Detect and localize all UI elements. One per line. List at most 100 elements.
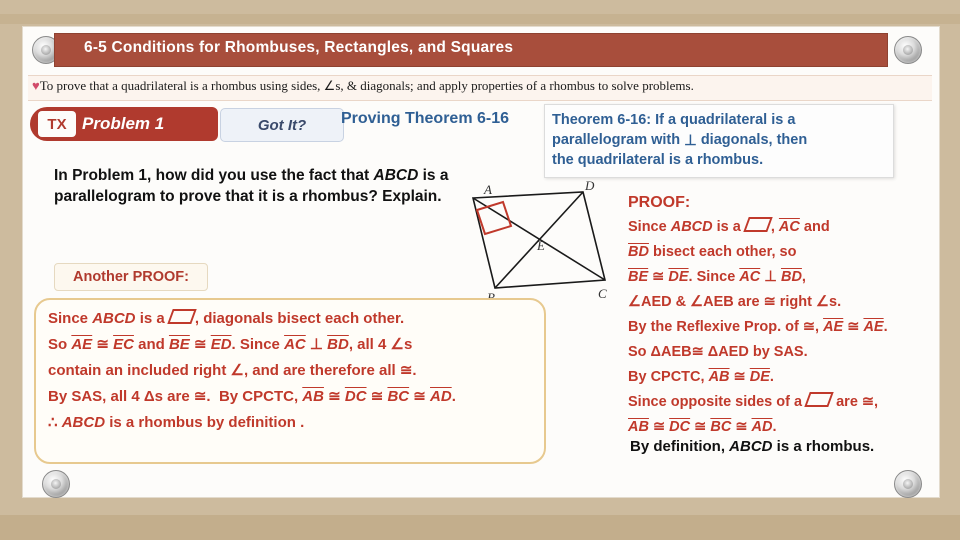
lp4i: AD — [430, 388, 452, 405]
decorative-bolt-bottom-right — [894, 470, 922, 498]
theorem-line-4: the quadrilateral is a rhombus. — [552, 152, 764, 168]
lp1a: Since — [48, 310, 93, 327]
lp4g: BC — [387, 388, 410, 405]
rp5e: . — [883, 319, 888, 335]
lp4a: By SAS, all 4 Δs are ≅. — [48, 388, 211, 405]
right-proof-header: PROOF: — [628, 194, 691, 211]
rp1e: AC — [778, 219, 800, 235]
rp7b: AB — [708, 369, 730, 385]
right-proof-line-5: By the Reflexive Prop. of ≅, AE ≅ AE. — [628, 315, 928, 340]
theorem-line-3: diagonals, then — [700, 132, 808, 148]
rp5a: By the Reflexive Prop. of ≅, — [628, 319, 824, 335]
theorem-line-2: parallelogram with — [552, 132, 681, 148]
another-proof-label: Another PROOF: — [54, 263, 208, 291]
lp2d: EC — [113, 336, 134, 353]
figure-label-d: D — [584, 180, 595, 193]
rp2a: BD — [628, 244, 649, 260]
final-conclusion: By definition, ABCD is a rhombus. — [630, 438, 930, 455]
rp3a: BE — [628, 269, 649, 285]
left-proof-line-2: So AE ≅ EC and BE ≅ ED. Since AC ⊥ BD, a… — [48, 332, 538, 358]
lp2i: . Since — [231, 336, 285, 353]
parallelogram-icon-3 — [804, 392, 834, 407]
problem-badge-row: Problem 1 TX Got It? — [30, 107, 344, 142]
lp2c: ≅ — [92, 336, 114, 353]
figure-label-a: A — [483, 182, 492, 197]
rp7d: DE — [749, 369, 770, 385]
lp4d: ≅ — [323, 388, 345, 405]
right-proof-line-8: Since opposite sides of a are ≅, — [628, 390, 928, 415]
lp4c: AB — [302, 388, 324, 405]
lp2h: ED — [210, 336, 232, 353]
rp3h: , — [801, 269, 806, 285]
right-proof-line-9: AB ≅ DC ≅ BC ≅ AD. — [628, 415, 928, 440]
lp2f: BE — [168, 336, 190, 353]
lp2k: ⊥ — [305, 336, 328, 353]
rp1f: and — [799, 219, 830, 235]
parallelogram-icon-1 — [167, 309, 197, 324]
rp9h: . — [772, 419, 777, 435]
final-a: By definition, — [630, 438, 730, 455]
rp3d: . Since — [688, 269, 740, 285]
rp3c: DE — [668, 269, 689, 285]
objective-label: To prove that a quadrilateral is a rhomb… — [39, 78, 694, 93]
lp2m: , all 4 ∠s — [348, 336, 413, 353]
perpendicular-icon: ⊥ — [684, 133, 697, 149]
rp9e: BC — [710, 419, 732, 435]
left-proof-line-5: ∴ ABCD is a rhombus by definition . — [48, 410, 538, 436]
lp2e: and — [133, 336, 169, 353]
parallelogram-figure: A D E B C — [471, 180, 607, 305]
rp9b: ≅ — [648, 419, 670, 435]
slide-canvas: 6-5 Conditions for Rhombuses, Rectangles… — [0, 0, 960, 540]
lp4h: ≅ — [409, 388, 431, 405]
question-part-1: In Problem 1, how did you use the fact t… — [54, 167, 374, 184]
proving-theorem-title: Proving Theorem 6-16 — [340, 110, 510, 127]
rp7a: By CPCTC, — [628, 369, 709, 385]
rp9a: AB — [628, 419, 649, 435]
right-proof-line-6: So ΔAEB≅ ΔAED by SAS. — [628, 344, 808, 360]
question-text: In Problem 1, how did you use the fact t… — [54, 165, 524, 207]
rp5d: AE — [863, 319, 884, 335]
lp2l: BD — [327, 336, 349, 353]
rp1c: is a — [712, 219, 745, 235]
final-b: ABCD — [729, 438, 773, 455]
rp1d: , — [770, 219, 779, 235]
rp9d: ≅ — [690, 419, 711, 435]
lp4f: ≅ — [366, 388, 388, 405]
lp4j: . — [451, 388, 456, 405]
lp5c: is a rhombus by definition . — [105, 414, 305, 431]
lp2b: AE — [71, 336, 93, 353]
final-c: is a rhombus. — [772, 438, 875, 455]
texas-logo-icon: TX — [38, 111, 76, 137]
left-proof-line-3: contain an included right ∠, and are the… — [48, 362, 417, 379]
rp1a: Since — [628, 219, 671, 235]
objective-text: ♥To prove that a quadrilateral is a rhom… — [32, 78, 932, 94]
rp7c: ≅ — [729, 369, 750, 385]
right-proof-line-4: ∠AED & ∠AEB are ≅ right ∠s. — [628, 294, 842, 310]
question-abcd: ABCD — [373, 167, 419, 184]
rp5c: ≅ — [843, 319, 864, 335]
rp9c: DC — [669, 419, 691, 435]
figure-label-e: E — [536, 238, 545, 253]
lp2a: So — [48, 336, 72, 353]
lp1b: ABCD — [92, 310, 136, 327]
left-proof-line-1: Since ABCD is a , diagonals bisect each … — [48, 306, 538, 332]
theorem-line-1: If a quadrilateral is a — [655, 112, 796, 128]
slide-title: 6-5 Conditions for Rhombuses, Rectangles… — [84, 39, 514, 56]
rp9f: ≅ — [731, 419, 752, 435]
left-proof-text: Since ABCD is a , diagonals bisect each … — [48, 306, 538, 436]
question-part-3: parallelogram to prove that it is a rhom… — [54, 188, 442, 205]
lp2g: ≅ — [189, 336, 211, 353]
lp5b: ABCD — [61, 414, 106, 431]
rp3e: AC — [739, 269, 761, 285]
decorative-bolt-bottom-left — [42, 470, 70, 498]
right-proof-line-1: Since ABCD is a , AC and — [628, 215, 928, 240]
rp3g: BD — [780, 269, 802, 285]
theorem-label: Theorem 6-16: — [552, 112, 652, 128]
rp8b: are ≅, — [832, 394, 879, 410]
rp2b: bisect each other, so — [648, 244, 797, 260]
rp3b: ≅ — [648, 269, 669, 285]
decorative-bolt-top-right — [894, 36, 922, 64]
rp1b: ABCD — [670, 219, 713, 235]
rp9g: AD — [751, 419, 773, 435]
rp7e: . — [769, 369, 774, 385]
